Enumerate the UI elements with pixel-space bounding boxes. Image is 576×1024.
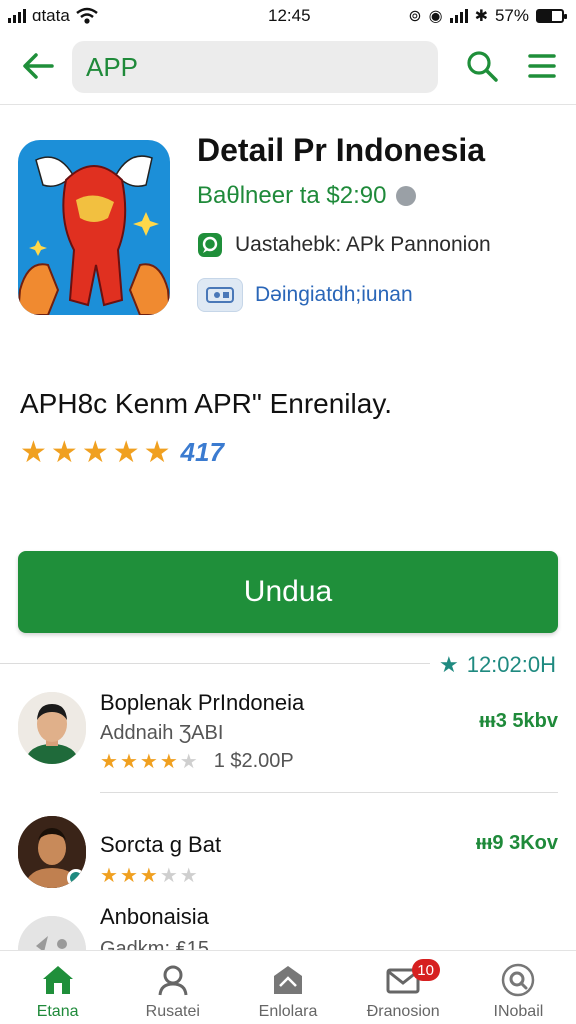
avatar [18, 916, 86, 950]
nav-item-messages[interactable]: 10 Ðranosion [346, 951, 461, 1024]
list-item[interactable]: Boplenak PrIndoneia Addnaih ƷABI ★ ★ ★ ★… [0, 690, 576, 793]
star-icon: ★ [112, 435, 140, 469]
star-half-icon: ★ [159, 750, 178, 773]
carrier-label: ɑtata [32, 6, 70, 25]
star-icon: ★ [50, 435, 78, 469]
list-item-size: ᵼᵼᵼ9 3Kov [475, 832, 558, 854]
device-icon [197, 278, 243, 312]
star-icon: ★ [119, 750, 138, 773]
star-icon: ★ [143, 435, 171, 469]
bluetooth-icon: ✱ [474, 8, 488, 25]
star-icon: ★ [81, 435, 109, 469]
star-icon: ★ [20, 435, 47, 469]
section-divider [0, 663, 430, 664]
alarm-icon: ⊚ [408, 8, 422, 25]
status-left: ɑtata [8, 6, 98, 26]
nav-item-profile[interactable]: Rusatei [115, 951, 230, 1024]
update-time-label: 12:02:0H [466, 652, 556, 677]
arrow-left-icon [23, 53, 54, 79]
app-price: Baθlneer ta $2:90 [197, 182, 417, 210]
list-item-name: Boplenak PrIndoneia [100, 690, 305, 715]
download-button-label: Undua [243, 575, 333, 608]
nav-label: Ðranosion [366, 1003, 440, 1020]
list-item-price: 1 $2.00P [213, 750, 294, 772]
nav-label: INobail [493, 1003, 544, 1020]
nav-label: Etana [36, 1003, 79, 1020]
notification-badge: 10 [411, 959, 440, 981]
list-item-rating: ★ ★ ★ ★ ★ [100, 866, 198, 886]
person-avatar-icon [18, 816, 86, 888]
nav-item-home[interactable]: Etana [0, 951, 115, 1024]
star-empty-icon: ★ [179, 750, 198, 773]
app-icon-artwork [18, 140, 170, 315]
app-avatar-icon [18, 916, 86, 950]
nav-label: Enlolara [258, 1003, 318, 1020]
star-icon: ★ [139, 865, 158, 887]
row-divider [100, 792, 558, 793]
globe-icon [396, 186, 417, 206]
avatar [18, 692, 86, 764]
battery-icon [536, 9, 567, 23]
list-item[interactable]: Anbonaisia Gadkm: ₤15 [0, 904, 576, 950]
app-icon [18, 140, 170, 315]
star-empty-icon: ★ [179, 865, 198, 887]
nav-item-explore[interactable]: Enlolara [230, 951, 345, 1024]
search-input-value: APP [86, 51, 139, 82]
hamburger-menu-icon [528, 54, 556, 78]
update-time: ★ 12:02:0H [439, 652, 556, 678]
battery-percent: 57% [494, 6, 529, 25]
star-icon: ★ [139, 750, 158, 773]
search-input[interactable]: APP [72, 41, 438, 93]
location-icon: ◉ [428, 8, 443, 25]
rating-count: 417 [180, 437, 224, 467]
profile-icon [154, 963, 192, 997]
list-item-size: ᵼᵼᵼ3 5kbv [479, 710, 558, 732]
cell-signal-icon [449, 9, 468, 23]
search-icon [467, 51, 498, 82]
download-info-label: Dəingiatdh;iunan [255, 283, 413, 306]
list-item-rating: ★ ★ ★ ★ ★ 1 $2.00P [100, 750, 294, 773]
app-title: Detail Pr Indonesia [197, 132, 486, 168]
status-right: ⊚ ◉ ✱ 57% [408, 6, 567, 26]
chat-icon [198, 233, 222, 257]
avatar [18, 816, 86, 888]
wifi-icon [76, 7, 98, 24]
star-icon: ★ [100, 750, 118, 773]
search-button[interactable] [462, 46, 502, 86]
search-circle-icon [499, 963, 537, 997]
back-button[interactable] [18, 46, 58, 86]
star-icon: ★ [119, 865, 138, 887]
list-item-subtitle: Addnaih ƷABI [100, 722, 224, 744]
star-empty-icon: ★ [159, 865, 178, 887]
list-item-subtitle: Gadkm: ₤15 [100, 938, 209, 950]
header-divider [0, 104, 576, 105]
status-time: 12:45 [268, 6, 311, 25]
rating-section-title: APH8c Kenm APR" Enrenilay. [20, 388, 393, 419]
signal-icon [8, 9, 26, 23]
download-button[interactable]: Undua [18, 551, 558, 633]
list-item-name: Anbonaisia [100, 904, 209, 929]
list-item[interactable]: Sorcta g Bat ★ ★ ★ ★ ★ ᵼᵼᵼ9 3Kov [0, 816, 576, 916]
app-price-label: Baθlneer ta $2:90 [197, 182, 387, 209]
download-info-row[interactable]: Dəingiatdh;iunan [197, 278, 413, 312]
star-icon: ★ [100, 865, 118, 887]
publisher-row[interactable]: Uastahebk: APk Pannonion [197, 232, 491, 258]
star-icon: ★ [438, 652, 459, 677]
status-bar: ɑtata 12:45 ⊚ ◉ ✱ 57% [0, 0, 576, 32]
bottom-navigation: Etana Rusatei Enlolara 10 Ðranosion INob… [0, 950, 576, 1024]
rating-row: ★ ★ ★ ★ ★ 417 [20, 437, 224, 468]
home-icon [39, 963, 77, 997]
search-header: APP [0, 36, 576, 100]
nav-label: Rusatei [145, 1003, 200, 1020]
battery-level [538, 11, 552, 21]
publisher-label: Uastahebk: APk Pannonion [235, 233, 491, 256]
person-avatar-icon [18, 692, 86, 764]
menu-button[interactable] [522, 46, 562, 86]
explore-icon [269, 963, 307, 997]
nav-item-search[interactable]: INobail [461, 951, 576, 1024]
list-item-name: Sorcta g Bat [100, 832, 222, 857]
